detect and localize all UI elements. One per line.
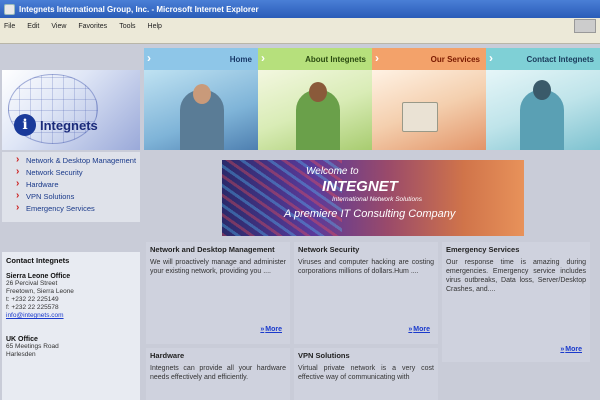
menu-bar: File Edit View Favorites Tools Help: [0, 18, 600, 34]
tab-services[interactable]: Our Services: [372, 48, 486, 70]
browser-toolbar: [0, 34, 600, 44]
logo-i-icon: i: [14, 114, 36, 136]
banner-tagline: A premiere IT Consulting Company: [284, 208, 456, 220]
sidebar-item-network-desktop[interactable]: Network & Desktop Management: [16, 155, 140, 166]
photo-technician: [144, 70, 258, 150]
service-text: Our response time is amazing during emer…: [446, 259, 586, 293]
window-title: Integnets International Group, Inc. - Mi…: [19, 4, 259, 14]
tab-contact[interactable]: Contact Integnets: [486, 48, 600, 70]
window-titlebar: Integnets International Group, Inc. - Mi…: [0, 0, 600, 18]
top-navigation: Home About Integnets Our Services Contac…: [144, 48, 600, 70]
sidebar-links: Network & Desktop Management Network Sec…: [2, 152, 140, 222]
uk-address-1: 65 Meetings Road: [6, 343, 59, 350]
service-hardware: Hardware Integnets can provide all your …: [146, 348, 290, 400]
menu-view[interactable]: View: [51, 23, 66, 30]
contact-heading: Contact Integnets: [6, 256, 70, 265]
sidebar-item-emergency[interactable]: Emergency Services: [16, 203, 140, 214]
sl-phone: t: +232 22 225149: [6, 296, 59, 303]
tab-about[interactable]: About Integnets: [258, 48, 372, 70]
sl-email-link[interactable]: info@integnets.com: [6, 312, 136, 320]
service-title: Network Security: [298, 245, 360, 254]
photo-woman: [258, 70, 372, 150]
menu-help[interactable]: Help: [148, 23, 162, 30]
more-link-emergency[interactable]: More: [560, 346, 582, 353]
banner-subtitle: International Network Solutions: [332, 196, 422, 203]
photo-computer: [372, 70, 486, 150]
sl-fax: f: +232 22 225578: [6, 304, 59, 311]
header-photo-strip: [144, 70, 600, 150]
service-network-desktop: Network and Desktop Management We will p…: [146, 242, 290, 344]
web-page: Home About Integnets Our Services Contac…: [0, 44, 600, 400]
sl-address-2: Freetown, Sierra Leone: [6, 288, 74, 295]
service-title: Hardware: [150, 351, 185, 360]
service-title: VPN Solutions: [298, 351, 350, 360]
welcome-banner: Welcome to INTEGNET International Networ…: [222, 160, 524, 236]
tab-home[interactable]: Home: [144, 48, 258, 70]
contact-panel: Contact Integnets Sierra Leone Office 26…: [2, 252, 140, 400]
service-text: Integnets can provide all your hardware …: [150, 365, 286, 381]
uk-office-title: UK Office: [6, 336, 38, 343]
sierra-leone-office-title: Sierra Leone Office: [6, 273, 71, 280]
menu-tools[interactable]: Tools: [119, 23, 135, 30]
menu-edit[interactable]: Edit: [27, 23, 39, 30]
photo-hands: [486, 70, 600, 150]
menu-file[interactable]: File: [4, 23, 15, 30]
more-link-network[interactable]: More: [260, 326, 282, 333]
service-vpn: VPN Solutions Virtual private network is…: [294, 348, 438, 400]
banner-welcome: Welcome to: [306, 166, 359, 177]
sidebar-item-network-security[interactable]: Network Security: [16, 167, 140, 178]
sl-address-1: 26 Percival Street: [6, 280, 58, 287]
sidebar-item-hardware[interactable]: Hardware: [16, 179, 140, 190]
banner-brand: INTEGNET: [322, 178, 398, 195]
service-text: Viruses and computer hacking are costing…: [298, 259, 434, 275]
sidebar-item-vpn[interactable]: VPN Solutions: [16, 191, 140, 202]
service-title: Network and Desktop Management: [150, 245, 275, 254]
more-link-security[interactable]: More: [408, 326, 430, 333]
service-text: Virtual private network is a very cost e…: [298, 365, 434, 381]
uk-address-2: Harlesden: [6, 351, 36, 358]
service-text: We will proactively manage and administe…: [150, 259, 286, 275]
service-title: Emergency Services: [446, 245, 520, 254]
service-emergency: Emergency Services Our response time is …: [442, 242, 590, 362]
site-logo[interactable]: i Integnets: [2, 70, 140, 150]
menu-favorites[interactable]: Favorites: [78, 23, 107, 30]
ie-icon: [4, 3, 15, 15]
windows-logo-icon: [574, 19, 596, 33]
service-network-security: Network Security Viruses and computer ha…: [294, 242, 438, 344]
logo-text: Integnets: [40, 118, 98, 133]
